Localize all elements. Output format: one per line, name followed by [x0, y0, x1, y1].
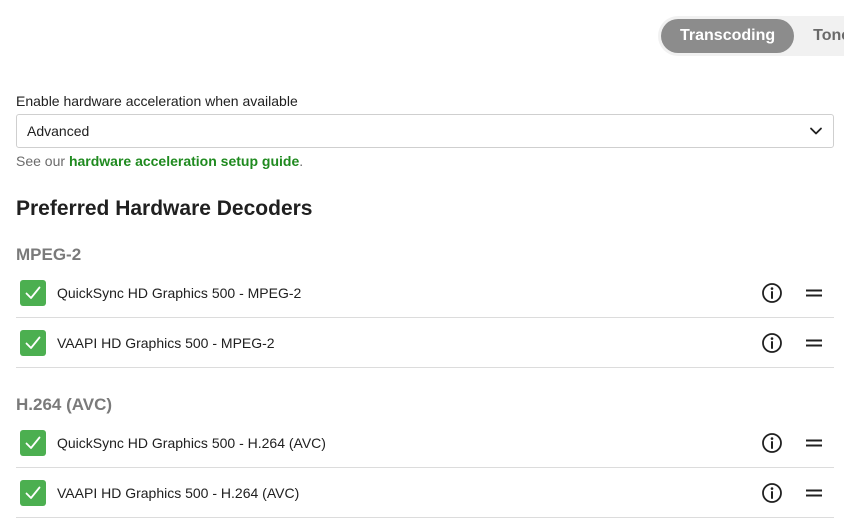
setup-guide-help: See our hardware acceleration setup guid… — [16, 153, 303, 169]
decoder-row: QuickSync HD Graphics 500 - H.264 (AVC) — [16, 418, 834, 468]
check-icon — [25, 486, 41, 499]
tab-bar: Transcoding Tone Mapping — [658, 16, 844, 56]
group-title-mpeg2: MPEG-2 — [16, 245, 82, 264]
decoder-row: VAAPI HD Graphics 500 - H.264 (AVC) — [16, 468, 834, 518]
tab-tone-mapping[interactable]: Tone Mapping — [794, 19, 844, 53]
settings-page: Transcoding Tone Mapping Enable hardware… — [0, 0, 844, 529]
check-icon — [25, 436, 41, 449]
decoder-label: QuickSync HD Graphics 500 - MPEG-2 — [57, 284, 302, 301]
drag-handle-icon[interactable] — [805, 432, 823, 454]
setup-guide-link[interactable]: hardware acceleration setup guide — [69, 153, 299, 169]
info-icon[interactable] — [761, 432, 783, 454]
section-title: Preferred Hardware Decoders — [16, 197, 313, 220]
decoder-checkbox[interactable] — [20, 329, 46, 356]
group-title-h264: H.264 (AVC) — [16, 395, 113, 414]
hw-accel-select-value: Advanced — [27, 123, 90, 139]
check-icon — [25, 336, 41, 349]
decoder-label: VAAPI HD Graphics 500 - H.264 (AVC) — [57, 484, 300, 501]
decoder-checkbox[interactable] — [20, 279, 46, 306]
hw-accel-label: Enable hardware acceleration when availa… — [16, 93, 298, 109]
decoder-label: QuickSync HD Graphics 500 - H.264 (AVC) — [57, 434, 326, 451]
decoder-checkbox[interactable] — [20, 479, 46, 506]
decoder-row: VAAPI HD Graphics 500 - MPEG-2 — [16, 318, 834, 368]
decoder-checkbox[interactable] — [20, 429, 46, 456]
decoder-row: QuickSync HD Graphics 500 - MPEG-2 — [16, 268, 834, 318]
drag-handle-icon[interactable] — [805, 282, 823, 304]
tab-transcoding[interactable]: Transcoding — [661, 19, 795, 53]
decoder-label: VAAPI HD Graphics 500 - MPEG-2 — [57, 334, 275, 351]
info-icon[interactable] — [761, 482, 783, 504]
check-icon — [25, 286, 41, 299]
drag-handle-icon[interactable] — [805, 332, 823, 354]
help-suffix: . — [299, 153, 304, 169]
info-icon[interactable] — [761, 282, 783, 304]
chevron-down-icon — [809, 124, 823, 138]
info-icon[interactable] — [761, 332, 783, 354]
help-prefix: See our — [16, 153, 69, 169]
drag-handle-icon[interactable] — [805, 482, 823, 504]
hw-accel-select[interactable]: Advanced — [16, 114, 834, 148]
